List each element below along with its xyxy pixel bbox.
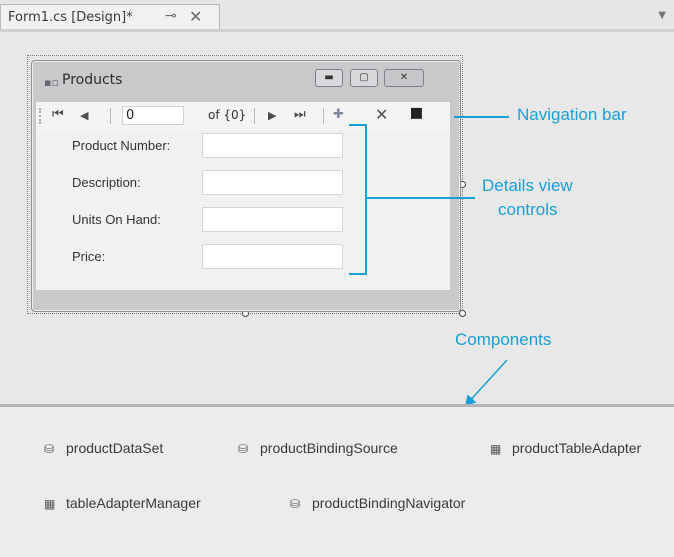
units-on-hand-field[interactable]: [202, 207, 343, 232]
minimize-icon: ▬: [324, 72, 334, 83]
navigation-bar-callout: Navigation bar: [517, 105, 627, 124]
toolbar-separator: [323, 108, 324, 124]
toolbar-grip[interactable]: [39, 108, 43, 124]
details-callout-line2: controls: [498, 200, 558, 219]
details-callout-line: [367, 197, 475, 199]
units-on-hand-label: Units On Hand:: [72, 212, 161, 227]
price-label: Price:: [72, 249, 106, 264]
minimize-button[interactable]: ▬: [315, 69, 343, 87]
description-field[interactable]: [202, 170, 343, 195]
product-number-field[interactable]: [202, 133, 343, 158]
add-new-icon[interactable]: ✚: [333, 107, 344, 122]
toolbar-separator: [254, 108, 255, 124]
form-bottom-border: [36, 290, 450, 300]
close-button[interactable]: ✕: [384, 69, 424, 87]
resize-handle-corner[interactable]: [459, 310, 466, 317]
move-previous-icon[interactable]: ◀: [80, 109, 88, 122]
pin-icon[interactable]: ⊸: [165, 8, 177, 24]
component-productdataset[interactable]: ⛁ productDataSet: [44, 440, 163, 456]
bindingnavigator-icon: ⛁: [290, 497, 301, 511]
price-field[interactable]: [202, 244, 343, 269]
component-label: productBindingNavigator: [312, 495, 466, 511]
maximize-icon: ▢: [359, 72, 369, 83]
tab-title: Form1.cs [Design]*: [8, 10, 133, 25]
component-tray: [0, 407, 674, 557]
position-input[interactable]: [122, 106, 184, 125]
chevron-down-icon[interactable]: ▼: [658, 10, 666, 21]
components-callout: Components: [455, 330, 552, 349]
tab-form1-design[interactable]: Form1.cs [Design]* ⊸ ✕: [0, 4, 220, 30]
product-number-label: Product Number:: [72, 138, 171, 153]
close-icon: ✕: [399, 72, 409, 83]
component-tableadaptermanager[interactable]: ▦ tableAdapterManager: [44, 495, 201, 511]
description-label: Description:: [72, 175, 141, 190]
move-next-icon[interactable]: ▶: [268, 109, 276, 122]
component-productbindingnavigator[interactable]: ⛁ productBindingNavigator: [290, 495, 465, 511]
move-last-icon[interactable]: ⏭: [294, 107, 306, 122]
form-title: Products: [62, 72, 123, 88]
component-label: productBindingSource: [260, 440, 398, 456]
details-bracket: [349, 124, 367, 275]
navigation-bar-callout-line: [454, 116, 509, 118]
maximize-button[interactable]: ▢: [350, 69, 378, 87]
form-icon: ▪▫: [44, 76, 59, 89]
dataset-icon: ⛁: [44, 442, 55, 456]
binding-navigator-toolbar: ⏮ ◀ of {0} ▶ ⏭ ✚ ✕ ▪: [36, 100, 450, 131]
details-callout-line1: Details view: [482, 176, 573, 195]
count-label: of {0}: [208, 108, 247, 122]
delete-icon[interactable]: ✕: [375, 105, 388, 124]
close-icon[interactable]: ✕: [189, 7, 202, 26]
document-tab-strip: Form1.cs [Design]* ⊸ ✕ ▼: [0, 0, 674, 30]
component-label: tableAdapterManager: [66, 495, 201, 511]
save-icon[interactable]: ▪: [409, 100, 424, 125]
toolbar-separator: [110, 108, 111, 124]
tableadapter-icon: ▦: [490, 442, 502, 456]
bindingsource-icon: ⛁: [238, 442, 249, 456]
component-producttableadapter[interactable]: ▦ productTableAdapter: [490, 440, 641, 456]
component-productbindingsource[interactable]: ⛁ productBindingSource: [238, 440, 398, 456]
tableadapter-icon: ▦: [44, 497, 56, 511]
move-first-icon[interactable]: ⏮: [52, 107, 64, 122]
component-label: productDataSet: [66, 440, 164, 456]
component-label: productTableAdapter: [512, 440, 642, 456]
